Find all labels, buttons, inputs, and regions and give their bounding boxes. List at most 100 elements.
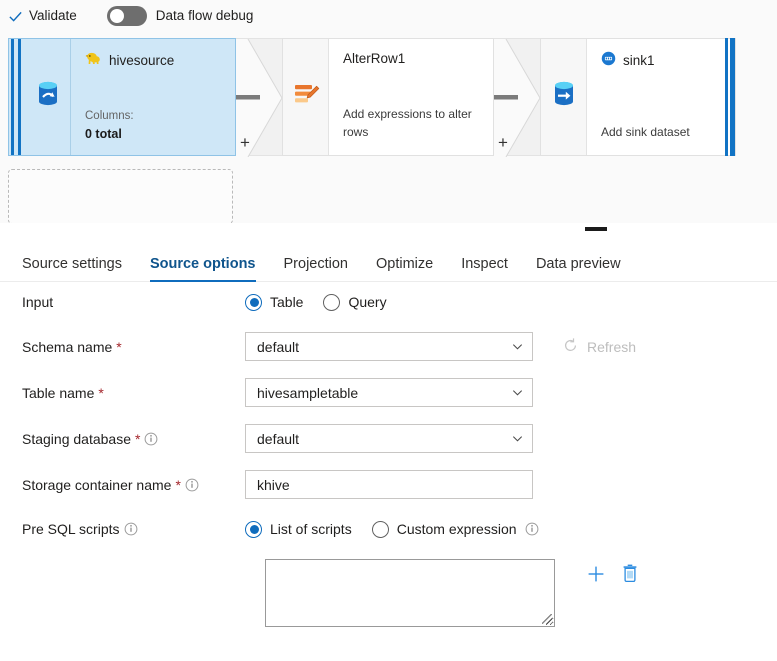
plus-icon[interactable]: + — [240, 134, 250, 151]
radio-table-indicator — [245, 294, 262, 311]
pre-sql-scripts-radio-group: List of scripts Custom expression — [245, 521, 559, 538]
node-drop-placeholder[interactable] — [8, 169, 233, 223]
toggle-knob — [110, 9, 124, 23]
panel-resize-handle[interactable] — [585, 227, 607, 231]
schema-name-value: default — [257, 339, 511, 355]
sink-node-title-row: sink1 — [601, 51, 709, 69]
transform-node-alterrow1[interactable]: AlterRow1 Add expressions to alter rows — [282, 38, 494, 156]
connector-alterrow-to-sink[interactable]: + — [494, 38, 540, 156]
delete-script-button[interactable] — [617, 563, 643, 589]
radio-query-label: Query — [348, 294, 386, 310]
tab-data-preview[interactable]: Data preview — [522, 256, 635, 281]
tab-source-options[interactable]: Source options — [136, 256, 270, 281]
info-icon[interactable] — [124, 522, 138, 536]
radio-list-of-scripts[interactable]: List of scripts — [245, 521, 352, 538]
field-row-pre-sql-scripts: Pre SQL scripts List of scripts — [0, 516, 777, 542]
source-columns-label: Columns: — [85, 108, 134, 125]
refresh-label: Refresh — [587, 339, 636, 355]
alterrow-node-subtitle: Add expressions to alter rows — [343, 106, 493, 141]
hive-elephant-icon — [85, 51, 102, 69]
script-action-buttons — [583, 563, 643, 589]
top-toolbar: Validate Data flow debug — [0, 0, 777, 31]
validate-button[interactable]: Validate — [0, 2, 85, 30]
storage-container-value: khive — [257, 477, 524, 493]
sink-selection-bars — [721, 39, 735, 155]
properties-panel: Source settings Source options Projectio… — [0, 223, 777, 661]
radio-input-table[interactable]: Table — [245, 294, 303, 311]
radio-input-query[interactable]: Query — [323, 294, 386, 311]
table-name-required-asterisk: * — [98, 386, 103, 400]
info-icon[interactable] — [525, 522, 539, 536]
sink-node-title: sink1 — [623, 53, 655, 68]
tab-source-settings[interactable]: Source settings — [22, 256, 136, 281]
chevron-down-icon — [511, 386, 524, 399]
info-icon[interactable] — [144, 432, 158, 446]
staging-database-label-wrap: Staging database * — [0, 431, 245, 447]
staging-database-dropdown[interactable]: default — [245, 424, 533, 453]
add-script-button[interactable] — [583, 563, 609, 589]
field-row-input: Input Table Query — [0, 289, 777, 315]
radio-custom-expression-label: Custom expression — [397, 521, 517, 537]
tab-inspect[interactable]: Inspect — [447, 256, 522, 281]
chevron-down-icon — [511, 340, 524, 353]
sink-stream-icon-area — [541, 39, 587, 155]
plus-icon — [586, 564, 606, 589]
validate-label: Validate — [29, 8, 77, 23]
source-options-form: Input Table Query Schema name — [0, 289, 777, 627]
chevron-down-icon — [511, 432, 524, 445]
pre-sql-scripts-label-wrap: Pre SQL scripts — [0, 521, 245, 537]
radio-list-of-scripts-label: List of scripts — [270, 521, 352, 537]
info-icon[interactable] — [185, 478, 199, 492]
tab-projection[interactable]: Projection — [270, 256, 362, 281]
radio-list-of-scripts-indicator — [245, 521, 262, 538]
plus-icon[interactable]: + — [498, 134, 508, 151]
pre-sql-script-editor-row — [0, 559, 777, 627]
source-stream-icon-area — [25, 39, 71, 155]
field-row-storage-container-name: Storage container name * khive — [0, 470, 777, 499]
table-name-label-wrap: Table name * — [0, 385, 245, 401]
tab-optimize[interactable]: Optimize — [362, 256, 447, 281]
sink-node-subtitle: Add sink dataset — [601, 124, 690, 141]
source-columns-value: 0 total — [85, 125, 134, 143]
source-node-body: hivesource Columns: 0 total — [71, 39, 235, 155]
staging-database-value: default — [257, 431, 511, 447]
schema-name-required-asterisk: * — [116, 340, 121, 354]
source-node-title-row: hivesource — [85, 51, 223, 69]
input-label: Input — [22, 294, 53, 310]
alterrow-icon-area — [283, 39, 329, 155]
field-row-schema-name: Schema name * default — [0, 332, 777, 361]
table-name-dropdown[interactable]: hivesampletable — [245, 378, 533, 407]
input-radio-group: Table Query — [245, 294, 407, 311]
alterrow-node-title: AlterRow1 — [343, 51, 405, 66]
radio-query-indicator — [323, 294, 340, 311]
alterrow-node-body: AlterRow1 Add expressions to alter rows — [329, 39, 493, 155]
field-row-table-name: Table name * hivesampletable — [0, 378, 777, 407]
radio-custom-expression[interactable]: Custom expression — [372, 521, 539, 538]
checkmark-icon — [8, 9, 22, 23]
alter-row-icon — [292, 82, 320, 113]
node-selection-bars — [9, 39, 25, 155]
source-database-icon — [34, 80, 62, 115]
panel-tabs: Source settings Source options Projectio… — [0, 240, 777, 282]
refresh-button[interactable]: Refresh — [562, 337, 636, 357]
schema-name-control: default Refresh — [245, 332, 636, 361]
connector-source-to-alterrow[interactable]: + — [236, 38, 282, 156]
sink-database-icon — [550, 80, 578, 115]
field-row-staging-database: Staging database * default — [0, 424, 777, 453]
input-label-wrap: Input — [0, 294, 245, 310]
radio-table-label: Table — [270, 294, 303, 310]
pre-sql-scripts-label: Pre SQL scripts — [22, 521, 120, 537]
data-flow-debug-toggle[interactable] — [107, 6, 147, 26]
data-flow-canvas[interactable]: hivesource Columns: 0 total + — [0, 31, 777, 223]
storage-container-control: khive — [245, 470, 533, 499]
schema-name-label: Schema name — [22, 339, 112, 355]
source-node-hivesource[interactable]: hivesource Columns: 0 total — [8, 38, 236, 156]
table-name-label: Table name — [22, 385, 94, 401]
rest-sink-icon — [601, 51, 616, 69]
sink-node-sink1[interactable]: sink1 Add sink dataset — [540, 38, 736, 156]
storage-container-label-wrap: Storage container name * — [0, 477, 245, 493]
pre-sql-script-textarea[interactable] — [265, 559, 555, 627]
schema-name-dropdown[interactable]: default — [245, 332, 533, 361]
storage-container-input[interactable]: khive — [245, 470, 533, 499]
staging-database-required-asterisk: * — [135, 432, 140, 446]
